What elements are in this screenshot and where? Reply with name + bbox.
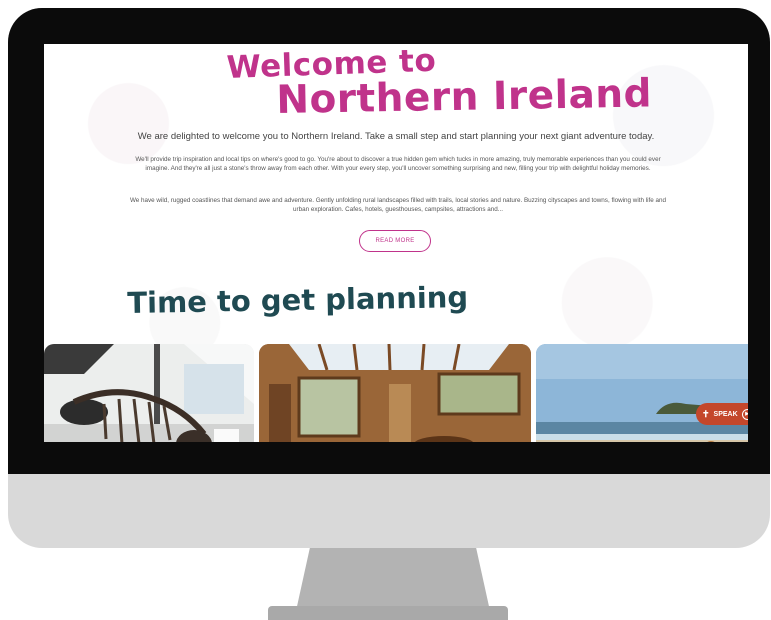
speak-label: SPEAK — [713, 410, 738, 418]
screen: Welcome to Northern Ireland We are delig… — [44, 44, 748, 442]
monitor-stand-base — [268, 606, 508, 620]
card-conservatory-image — [259, 344, 531, 442]
card-coastline-image — [536, 344, 748, 442]
card-conservatory[interactable] — [259, 344, 531, 442]
intro-text: We are delighted to welcome you to North… — [137, 131, 655, 142]
play-circle-icon: ▶ — [741, 408, 748, 420]
card-coastline[interactable] — [536, 344, 748, 442]
intro-paragraph-2: We have wild, rugged coastlines that dem… — [129, 197, 667, 214]
section-title-planning: Time to get planning — [127, 280, 469, 320]
read-more-button[interactable]: READ MORE — [359, 230, 431, 252]
intro-paragraph-1: We'll provide trip inspiration and local… — [135, 156, 661, 173]
card-museum[interactable] — [44, 344, 254, 442]
card-museum-image — [44, 344, 254, 442]
headline-northern-ireland: Northern Ireland — [276, 71, 653, 123]
speak-button[interactable]: ✝ SPEAK ▶ — [696, 403, 748, 425]
accessibility-person-icon: ✝ — [702, 408, 710, 419]
